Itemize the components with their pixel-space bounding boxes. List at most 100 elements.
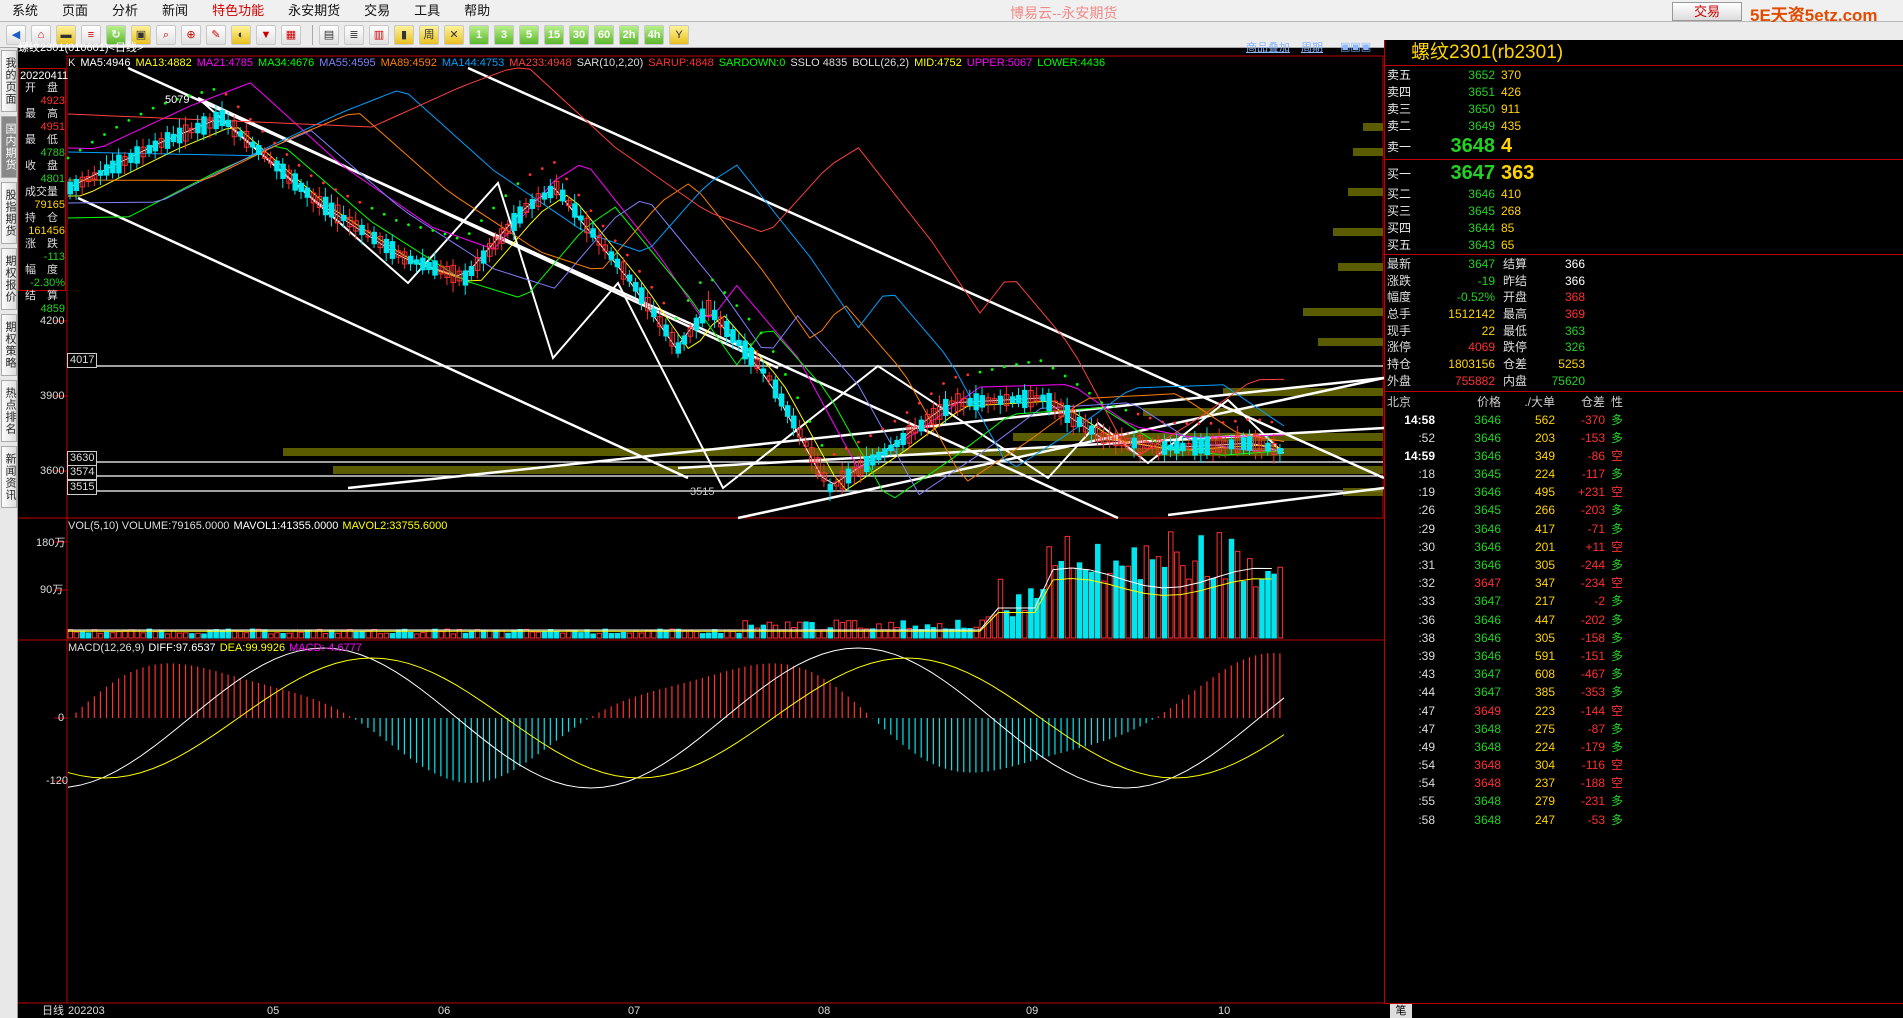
volume-bar xyxy=(614,632,621,639)
sar-dot xyxy=(820,443,824,447)
volume-bar xyxy=(201,633,207,639)
tick-row: :31 3646 305 -244 多 xyxy=(1385,556,1903,574)
ma-legend-item: MA89:4592 xyxy=(380,57,437,69)
tick-type: 多 xyxy=(1611,794,1624,809)
sar-dot xyxy=(1209,421,1213,425)
tick-type: 空 xyxy=(1611,485,1624,500)
menu-page[interactable]: 页面 xyxy=(50,0,100,22)
menu-help[interactable]: 帮助 xyxy=(452,0,502,22)
tick-time: :44 xyxy=(1418,685,1435,700)
pen-icon[interactable]: ✎ xyxy=(206,24,226,45)
menu-trade[interactable]: 交易 xyxy=(352,0,402,22)
tick-list[interactable]: 14:58 3646 562 -370 多:52 3646 203 -153 多 14:59 364… xyxy=(1385,411,1903,829)
tick-price: 3646 xyxy=(1474,430,1501,445)
stat-label: 最低 xyxy=(1503,323,1528,338)
volume-bar xyxy=(255,628,262,639)
filter-icon[interactable]: ▼ xyxy=(256,24,276,45)
tab-my-page[interactable]: 我的页面 xyxy=(1,50,17,112)
search-icon[interactable]: ⌕ xyxy=(156,24,176,45)
diff-line xyxy=(67,647,1285,789)
info-label: 结 算 xyxy=(25,290,58,302)
candle-body xyxy=(517,206,523,224)
period-year[interactable]: Y xyxy=(669,24,689,45)
tab-index-futures[interactable]: 股指期货 xyxy=(1,182,17,244)
candle-body xyxy=(1167,444,1174,451)
candle-body xyxy=(681,335,688,345)
chart-type-icon[interactable]: ▥ xyxy=(369,24,389,45)
period-5[interactable]: 5 xyxy=(519,24,539,45)
sar-dot xyxy=(893,419,897,423)
tick-size: 247 xyxy=(1534,812,1555,827)
kline-chart-area[interactable]: 螺纹2301(010601)<日线> 商品叠加 周期 ▣▣▣ K MA5:4946… xyxy=(18,41,1384,1018)
candle-body xyxy=(1192,437,1198,456)
candle-body xyxy=(480,250,487,264)
period-60[interactable]: 60 xyxy=(594,24,614,45)
candle-body xyxy=(237,131,244,137)
stat-value: 22 xyxy=(1481,323,1495,338)
menu-analysis[interactable]: 分析 xyxy=(100,0,150,22)
sar-dot xyxy=(686,299,690,302)
tick-row: 14:59 3646 349 -86 空 xyxy=(1385,447,1903,465)
candle-body xyxy=(547,185,554,199)
tick-oi-change: -53 xyxy=(1587,812,1605,827)
info-value: 4788 xyxy=(40,147,65,159)
menu-yongan[interactable]: 永安期货 xyxy=(276,0,352,22)
sar-dot xyxy=(808,420,812,423)
paint-icon[interactable]: ◐ xyxy=(231,24,251,45)
zoom-icon[interactable]: ⊕ xyxy=(181,24,201,45)
tick-type: 空 xyxy=(1611,703,1624,718)
grid-icon[interactable]: ▤ xyxy=(319,24,339,45)
tick-time: :33 xyxy=(1418,594,1435,609)
stat-value: 366 xyxy=(1564,273,1585,288)
tick-size: 201 xyxy=(1534,539,1555,554)
tab-hot-ranking[interactable]: 热点排名 xyxy=(1,380,17,442)
candle-body xyxy=(760,368,767,374)
candle-body xyxy=(255,145,262,155)
tick-time: :38 xyxy=(1418,630,1435,645)
ask-row: 卖三 3650 911 xyxy=(1385,100,1903,117)
add-symbol-button[interactable]: 商品叠加 xyxy=(1246,42,1290,55)
info-label: 涨 跌 xyxy=(25,238,58,250)
stat-row: 最新 3647 结算 366 xyxy=(1385,256,1903,273)
tick-oi-change: -158 xyxy=(1580,630,1605,645)
tab-domestic-futures[interactable]: 国内期货 xyxy=(1,116,17,178)
period-1[interactable]: 1 xyxy=(469,24,489,45)
stat-value: 755882 xyxy=(1454,373,1495,388)
period-3[interactable]: 3 xyxy=(494,24,514,45)
window-controls-icon[interactable]: ▣▣▣ xyxy=(1340,41,1371,54)
tick-row: :54 3648 304 -116 空 xyxy=(1385,756,1903,774)
candle-icon[interactable]: ▮ xyxy=(394,24,414,45)
close-period-icon[interactable]: ✕ xyxy=(444,24,464,45)
tick-type: 多 xyxy=(1611,612,1624,627)
candle-body xyxy=(742,340,748,360)
menu-system[interactable]: 系统 xyxy=(0,0,50,22)
period-2h[interactable]: 2h xyxy=(619,24,639,45)
tick-col-type: 性 xyxy=(1611,394,1624,409)
menu-tools[interactable]: 工具 xyxy=(402,0,452,22)
tick-size: 591 xyxy=(1534,648,1555,663)
period-15[interactable]: 15 xyxy=(544,24,564,45)
volume-bar xyxy=(730,631,736,639)
candle-body xyxy=(1277,448,1283,454)
menu-news[interactable]: 新闻 xyxy=(150,0,200,22)
period-4h[interactable]: 4h xyxy=(644,24,664,45)
calc-icon[interactable]: ▦ xyxy=(281,24,301,45)
period-30[interactable]: 30 xyxy=(569,24,589,45)
tick-tab[interactable]: 笔 xyxy=(1390,1004,1412,1018)
sar-dot xyxy=(321,181,325,185)
macd-legend-item: MACD:-4.6777 xyxy=(289,642,362,654)
candle-body xyxy=(559,189,566,202)
tab-options-quote[interactable]: 期权报价 xyxy=(1,248,17,310)
info-label: 成交量 xyxy=(25,186,58,198)
tab-news[interactable]: 新闻资讯 xyxy=(1,446,17,508)
tick-size: 305 xyxy=(1534,558,1555,572)
period-week[interactable]: 周 xyxy=(419,24,439,45)
menu-features[interactable]: 特色功能 xyxy=(200,0,276,22)
trade-button[interactable]: 交易 xyxy=(1672,2,1742,21)
tab-options-strategy[interactable]: 期权策略 xyxy=(1,314,17,376)
bid-book: 买一 3647 363 买二 3646 410 买三 3645 268 买四 3644 85 买五 364… xyxy=(1385,161,1903,253)
sar-dot xyxy=(869,434,872,438)
volume-bar xyxy=(1192,560,1198,639)
chart-list-icon[interactable]: ≣ xyxy=(344,24,364,45)
period-button[interactable]: 周期 xyxy=(1301,42,1323,55)
